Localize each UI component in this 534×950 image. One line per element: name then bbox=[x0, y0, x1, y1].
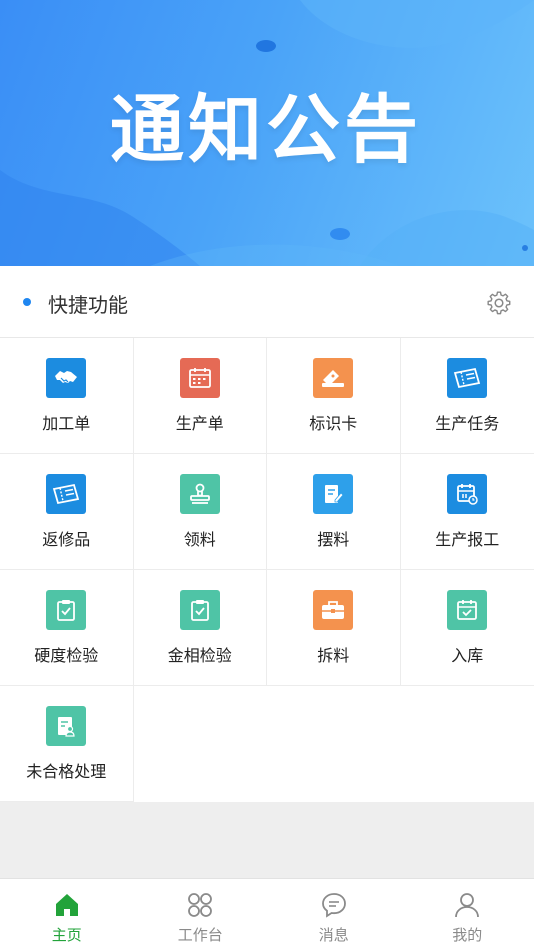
grid-item-production-task[interactable]: 生产任务 bbox=[400, 338, 534, 454]
clipboard-check-icon bbox=[179, 590, 220, 630]
tab-label: 消息 bbox=[318, 926, 349, 944]
quick-functions-header: 快捷功能 bbox=[0, 266, 534, 338]
grid-item-material-place[interactable]: 摆料 bbox=[267, 454, 401, 570]
grid-item-metallographic-test[interactable]: 金相检验 bbox=[133, 570, 267, 686]
banner-title: 通知公告 bbox=[110, 87, 422, 173]
grid-item-label: 生产任务 bbox=[435, 414, 500, 433]
ticket-icon bbox=[313, 358, 354, 398]
tab-home[interactable]: 主页 bbox=[0, 879, 134, 950]
calendar-check-icon bbox=[447, 590, 488, 630]
bottom-tab-bar: 主页 工作台 消息 我的 bbox=[0, 878, 534, 950]
stamp-icon bbox=[179, 474, 220, 514]
grid-item-label: 标识卡 bbox=[309, 414, 358, 433]
grid-item-repair-item[interactable]: 返修品 bbox=[0, 454, 134, 570]
ticket-icon bbox=[46, 474, 87, 514]
tab-label: 主页 bbox=[51, 926, 82, 944]
calendar-icon bbox=[179, 358, 220, 398]
tab-profile[interactable]: 我的 bbox=[401, 879, 534, 950]
ticket-icon bbox=[447, 358, 488, 398]
tab-label: 工作台 bbox=[177, 926, 223, 944]
section-title: 快捷功能 bbox=[48, 293, 128, 317]
grid-item-material-pick[interactable]: 领料 bbox=[133, 454, 267, 570]
grid-item-label: 未合格处理 bbox=[26, 762, 107, 781]
grid-item-id-card[interactable]: 标识卡 bbox=[267, 338, 401, 454]
grid-item-label: 摆料 bbox=[317, 530, 350, 549]
handshake-icon bbox=[46, 358, 87, 398]
tab-messages[interactable]: 消息 bbox=[267, 879, 401, 950]
workbench-icon bbox=[188, 893, 213, 917]
grid-item-label: 金相检验 bbox=[167, 646, 232, 665]
tab-label: 我的 bbox=[452, 926, 483, 944]
grid-item-label: 生产单 bbox=[175, 414, 224, 433]
document-user-icon bbox=[46, 706, 87, 746]
calendar-icon bbox=[447, 474, 488, 514]
gear-icon[interactable] bbox=[486, 290, 512, 316]
grid-item-label: 加工单 bbox=[42, 414, 91, 433]
message-icon bbox=[321, 893, 346, 918]
grid-item-production-report[interactable]: 生产报工 bbox=[400, 454, 534, 570]
user-icon bbox=[455, 893, 480, 918]
grid-item-processing-order[interactable]: 加工单 bbox=[0, 338, 134, 454]
grid-item-nonconforming-handling[interactable]: 未合格处理 bbox=[0, 686, 134, 802]
grid-item-label: 生产报工 bbox=[435, 530, 500, 549]
grid-item-warehouse-in[interactable]: 入库 bbox=[400, 570, 534, 686]
app-root: 通知公告 快捷功能 加工单 生产单 标识卡 生产任务 返修品 领料 摆料 生产报… bbox=[0, 0, 534, 950]
grid-item-material-split[interactable]: 拆料 bbox=[267, 570, 401, 686]
home-icon bbox=[55, 894, 78, 916]
announcement-banner[interactable]: 通知公告 bbox=[0, 0, 534, 266]
quick-functions-grid: 加工单 生产单 标识卡 生产任务 返修品 领料 摆料 生产报工 硬度检验 金相检… bbox=[0, 338, 534, 802]
edit-doc-icon bbox=[313, 474, 354, 514]
grid-item-production-order[interactable]: 生产单 bbox=[133, 338, 267, 454]
grid-item-label: 领料 bbox=[183, 530, 216, 549]
grid-item-label: 入库 bbox=[451, 646, 484, 665]
tab-workbench[interactable]: 工作台 bbox=[134, 879, 268, 950]
grid-item-hardness-test[interactable]: 硬度检验 bbox=[0, 570, 134, 686]
grid-item-label: 拆料 bbox=[317, 646, 350, 665]
toolbox-icon bbox=[313, 590, 354, 630]
grid-item-label: 硬度检验 bbox=[34, 646, 99, 665]
clipboard-check-icon bbox=[46, 590, 87, 630]
grid-item-label: 返修品 bbox=[42, 530, 91, 549]
section-dot-icon bbox=[23, 298, 31, 306]
